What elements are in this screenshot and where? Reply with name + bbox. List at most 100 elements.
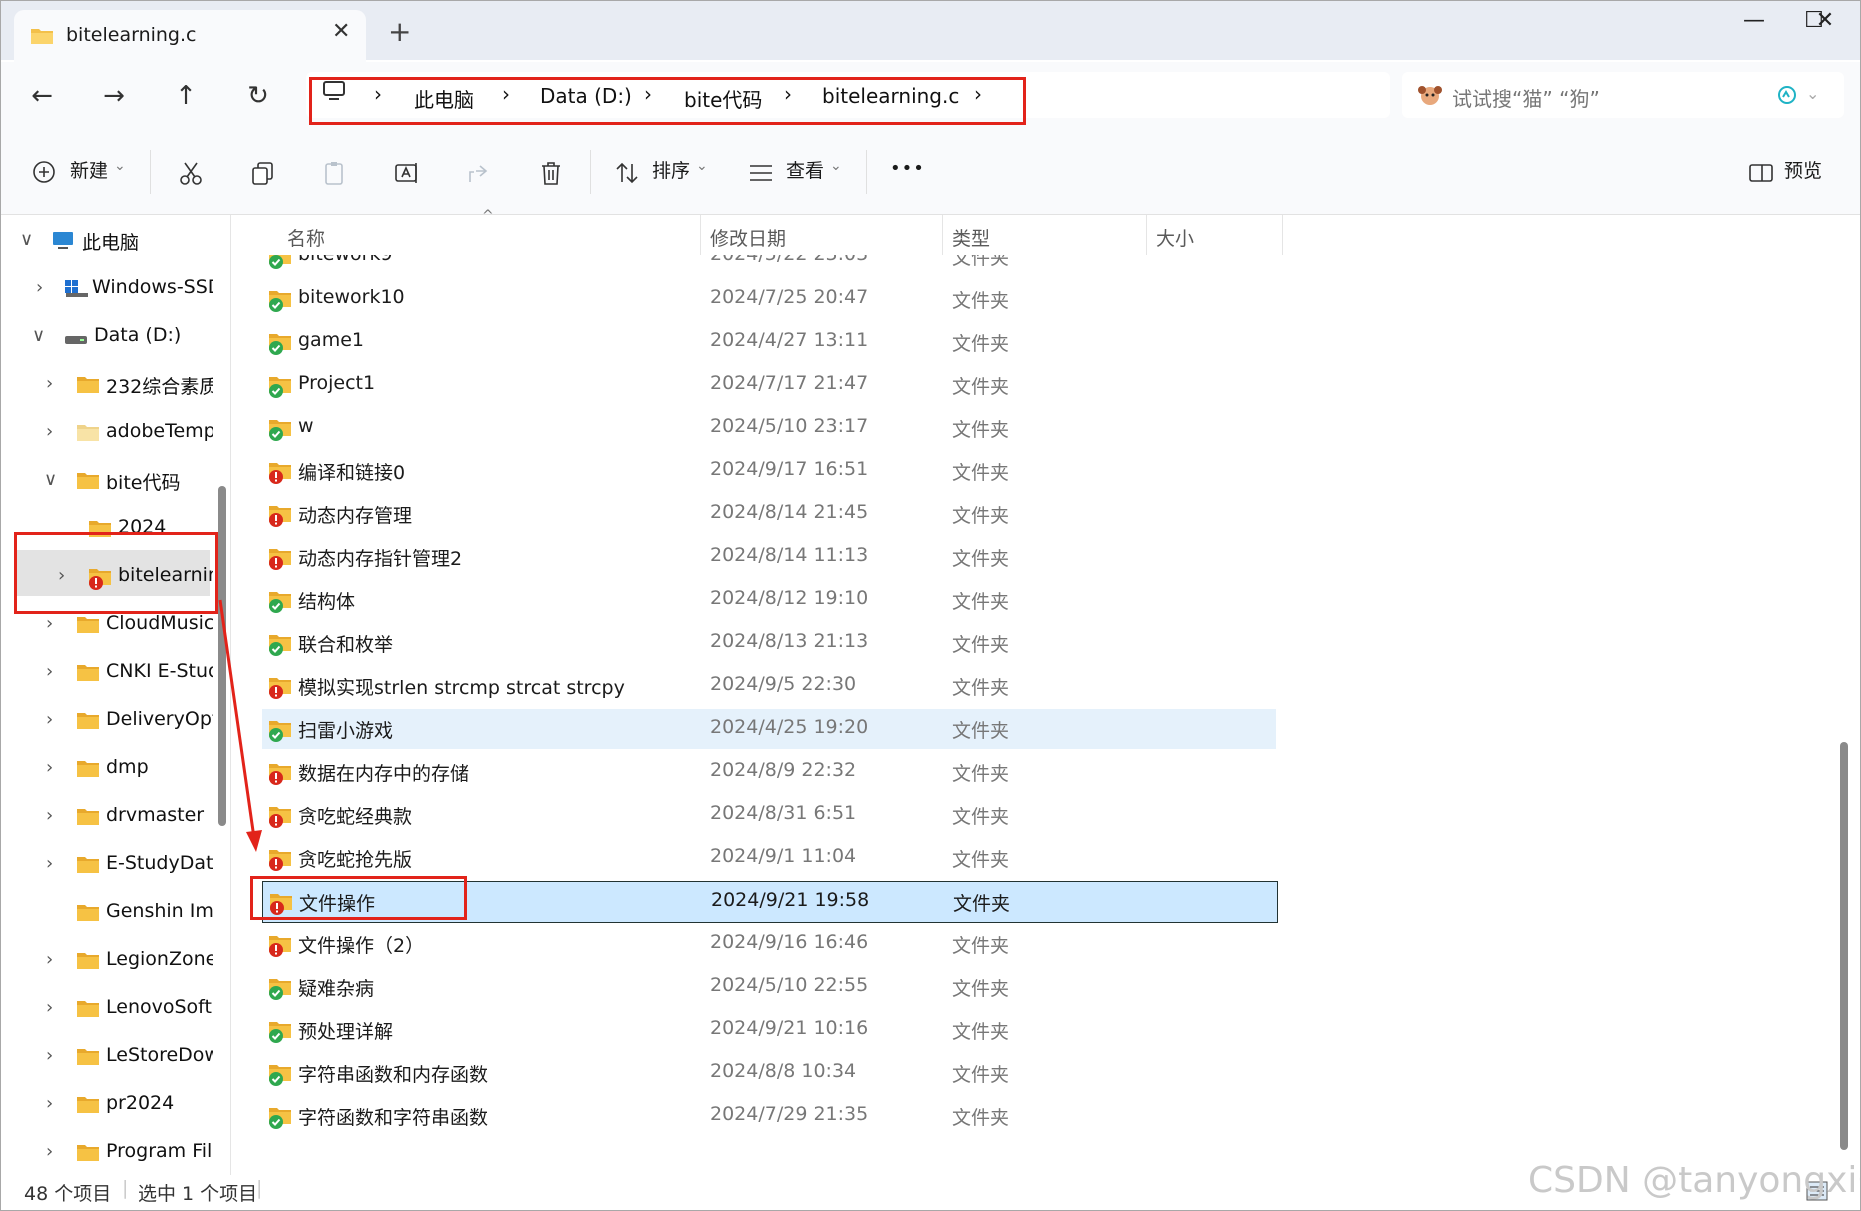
chevron-right-icon[interactable]: ›: [46, 1045, 53, 1066]
sidebar-scrollbar[interactable]: [218, 486, 226, 826]
sidebar-item-folder[interactable]: › drvmaster: [0, 795, 213, 839]
chevron-right-icon[interactable]: ›: [46, 949, 53, 970]
sidebar-item-folder[interactable]: › Program Files: [0, 1131, 213, 1175]
table-row[interactable]: 疑难杂病 2024/5/10 22:55 文件夹: [262, 967, 1276, 1007]
copilot-icon[interactable]: [1776, 84, 1798, 110]
chevron-down-icon[interactable]: ⌄: [830, 158, 842, 174]
plus-circle-icon[interactable]: [32, 160, 56, 188]
sidebar-item-folder[interactable]: › adobeTemp: [0, 411, 213, 455]
more-options-button[interactable]: •••: [890, 158, 925, 179]
sidebar-item-folder[interactable]: ∨ bite代码: [0, 459, 213, 503]
chevron-right-icon[interactable]: ›: [46, 805, 53, 826]
sidebar-item-folder[interactable]: › LegionZone: [0, 939, 213, 983]
tab-bitelearning[interactable]: bitelearning.c ✕: [14, 10, 366, 62]
up-button[interactable]: ↑: [168, 78, 204, 114]
column-separator[interactable]: [1282, 215, 1283, 255]
file-type: 文件夹: [953, 893, 1011, 915]
new-tab-button[interactable]: +: [388, 18, 411, 46]
chevron-right-icon[interactable]: ›: [46, 613, 53, 634]
chevron-down-icon[interactable]: ∨: [44, 469, 57, 490]
chevron-down-icon[interactable]: ⌄: [114, 158, 126, 174]
sidebar-item-folder[interactable]: › 232综合素质: [0, 363, 213, 407]
chevron-down-icon[interactable]: ∨: [20, 229, 33, 250]
table-row[interactable]: 贪吃蛇抢先版 2024/9/1 11:04 文件夹: [262, 838, 1276, 878]
view-icon[interactable]: [748, 162, 774, 188]
chevron-right-icon[interactable]: ›: [46, 709, 53, 730]
rename-icon[interactable]: [394, 160, 420, 190]
chevron-right-icon[interactable]: ›: [46, 421, 53, 442]
minimize-button[interactable]: —: [1724, 8, 1784, 42]
new-button[interactable]: 新建: [70, 156, 108, 183]
table-row[interactable]: 结构体 2024/8/12 19:10 文件夹: [262, 580, 1276, 620]
back-button[interactable]: ←: [24, 78, 60, 114]
table-row[interactable]: 扫雷小游戏 2024/4/25 19:20 文件夹: [262, 709, 1276, 749]
sidebar-item-folder[interactable]: › DeliveryOptimization: [0, 699, 213, 743]
table-row[interactable]: 模拟实现strlen strcmp strcat strcpy 2024/9/5 …: [262, 666, 1276, 706]
tab-close-button[interactable]: ✕: [332, 19, 350, 44]
chevron-down-icon[interactable]: ∨: [32, 325, 45, 346]
chevron-right-icon[interactable]: ›: [36, 277, 43, 298]
cut-icon[interactable]: [178, 160, 204, 190]
forward-button[interactable]: →: [96, 78, 132, 114]
preview-pane-icon[interactable]: [1748, 162, 1774, 188]
file-date: 2024/9/5 22:30: [710, 673, 857, 695]
pane-divider[interactable]: [230, 215, 231, 1175]
table-row[interactable]: game1 2024/4/27 13:11 文件夹: [262, 322, 1276, 362]
chevron-right-icon[interactable]: ›: [46, 1141, 53, 1162]
sort-button[interactable]: 排序: [652, 156, 690, 183]
table-row[interactable]: 动态内存指针管理2 2024/8/14 11:13 文件夹: [262, 537, 1276, 577]
chevron-down-icon[interactable]: ⌄: [1806, 84, 1819, 103]
table-row[interactable]: 数据在内存中的存储 2024/8/9 22:32 文件夹: [262, 752, 1276, 792]
column-separator[interactable]: [942, 215, 943, 255]
table-row[interactable]: 文件操作（2） 2024/9/16 16:46 文件夹: [262, 924, 1276, 964]
table-row[interactable]: Project1 2024/7/17 21:47 文件夹: [262, 365, 1276, 405]
chevron-right-icon[interactable]: ›: [46, 997, 53, 1018]
chevron-right-icon[interactable]: ›: [46, 757, 53, 778]
table-row[interactable]: 字符串函数和内存函数 2024/8/8 10:34 文件夹: [262, 1053, 1276, 1093]
column-separator[interactable]: [700, 215, 701, 255]
table-row[interactable]: 预处理详解 2024/9/21 10:16 文件夹: [262, 1010, 1276, 1050]
copy-icon[interactable]: [250, 160, 276, 190]
view-button[interactable]: 查看: [786, 156, 824, 183]
table-row[interactable]: bitework10 2024/7/25 20:47 文件夹: [262, 279, 1276, 319]
column-separator[interactable]: [1146, 215, 1147, 255]
share-icon[interactable]: [466, 160, 492, 190]
table-row[interactable]: 动态内存管理 2024/8/14 21:45 文件夹: [262, 494, 1276, 534]
table-row[interactable]: 联合和枚举 2024/8/13 21:13 文件夹: [262, 623, 1276, 663]
window-close-glyph[interactable]: ✕: [1795, 8, 1855, 42]
sidebar-item-folder[interactable]: › pr2024: [0, 1083, 213, 1127]
chevron-right-icon[interactable]: ›: [46, 853, 53, 874]
sidebar-item-folder[interactable]: › LeStoreDownload: [0, 1035, 213, 1079]
sidebar-item-folder[interactable]: Genshin Impact: [0, 891, 213, 935]
table-row[interactable]: 贪吃蛇经典款 2024/8/31 6:51 文件夹: [262, 795, 1276, 835]
sidebar-item-folder[interactable]: › dmp: [0, 747, 213, 791]
folder-error-icon: [268, 504, 294, 532]
sidebar-item-folder[interactable]: › LenovoSoftstore: [0, 987, 213, 1031]
sidebar-item-windows-ssd[interactable]: › Windows-SSD: [0, 267, 213, 311]
table-row[interactable]: 作业 2024/9/21 14:42 文件夹: [262, 1139, 1276, 1179]
delete-icon[interactable]: [538, 160, 564, 190]
sidebar-item-data-drive[interactable]: ∨ Data (D:): [0, 315, 213, 359]
sidebar-item-folder[interactable]: › CNKI E-Study: [0, 651, 213, 695]
refresh-button[interactable]: ↻: [240, 78, 276, 114]
table-row[interactable]: w 2024/5/10 23:17 文件夹: [262, 408, 1276, 448]
chevron-right-icon[interactable]: ›: [46, 1093, 53, 1114]
column-header-name[interactable]: 名称: [287, 224, 325, 251]
column-header-date[interactable]: 修改日期: [710, 224, 786, 251]
chevron-right-icon[interactable]: ›: [46, 373, 53, 394]
table-row[interactable]: 字符函数和字符串函数 2024/7/29 21:35 文件夹: [262, 1096, 1276, 1136]
file-list-scrollbar[interactable]: [1840, 742, 1848, 1150]
sidebar-item-this-pc[interactable]: ∨ 此电脑: [0, 219, 213, 263]
paste-icon[interactable]: [322, 160, 348, 190]
chevron-down-icon[interactable]: ⌄: [696, 158, 708, 174]
preview-button[interactable]: 预览: [1784, 156, 1822, 183]
search-box[interactable]: 试试搜“猫” “狗” ⌄: [1402, 72, 1844, 118]
chevron-right-icon[interactable]: ›: [46, 661, 53, 682]
column-header-size[interactable]: 大小: [1156, 224, 1194, 251]
sort-icon[interactable]: [614, 160, 640, 190]
column-header-type[interactable]: 类型: [952, 224, 990, 251]
folder-icon: [76, 615, 100, 639]
file-name: w: [298, 415, 314, 437]
sidebar-item-folder[interactable]: › E-StudyData: [0, 843, 213, 887]
table-row[interactable]: 编译和链接0 2024/9/17 16:51 文件夹: [262, 451, 1276, 491]
